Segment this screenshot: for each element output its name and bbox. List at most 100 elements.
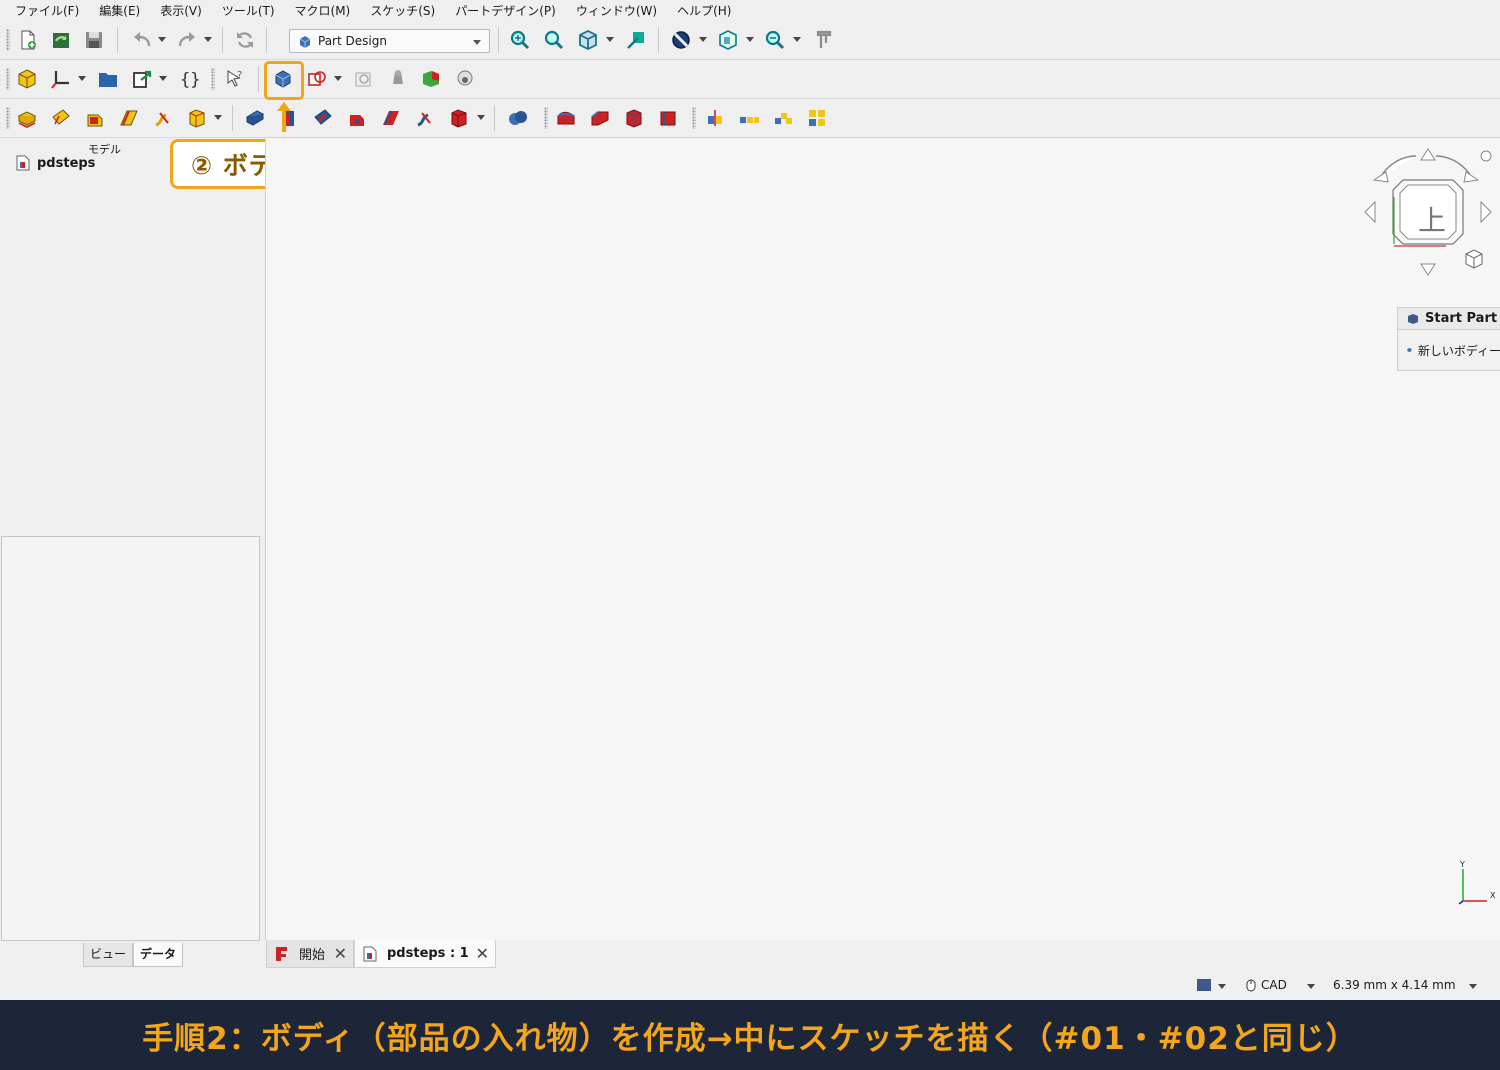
close-icon[interactable]: ✕ xyxy=(476,944,489,963)
sheep-icon xyxy=(457,70,473,86)
fit-all-button[interactable] xyxy=(507,27,533,53)
menu-file[interactable]: ファイル(F) xyxy=(8,0,86,22)
draft-button[interactable] xyxy=(621,105,647,131)
shape-binder-button[interactable] xyxy=(385,66,411,92)
navigation-dropdown-icon[interactable] xyxy=(1307,984,1315,989)
save-button[interactable] xyxy=(81,27,107,53)
mirrored-button[interactable] xyxy=(702,105,728,131)
view-dropdown-icon[interactable] xyxy=(606,37,614,42)
additive-helix-button[interactable] xyxy=(150,105,176,131)
boolean-icon xyxy=(509,111,527,125)
datum-dropdown-icon[interactable] xyxy=(78,76,86,81)
binder-icon xyxy=(393,70,403,84)
variable-set-button[interactable]: {} xyxy=(176,66,202,92)
menu-tools[interactable]: ツール(T) xyxy=(215,0,282,22)
draw-style-icon[interactable] xyxy=(1197,979,1211,991)
draw-style-button[interactable] xyxy=(668,27,694,53)
bounding-box-button[interactable] xyxy=(715,27,741,53)
groove-button[interactable] xyxy=(310,105,336,131)
box-icon xyxy=(719,30,737,50)
3d-view[interactable]: 上 Start Part 新しいボディー Y X xyxy=(265,139,1500,940)
part-icon xyxy=(18,69,36,89)
menu-window[interactable]: ウィンドウ(W) xyxy=(569,0,664,22)
workbench-selector[interactable]: Part Design xyxy=(289,29,490,53)
open-file-icon xyxy=(53,33,69,48)
linear-pattern-button[interactable] xyxy=(736,105,762,131)
tab-pdsteps-label: pdsteps : 1 xyxy=(387,946,469,961)
create-sketch-button[interactable] xyxy=(304,66,330,92)
redo-button[interactable] xyxy=(174,27,200,53)
tab-start[interactable]: 開始 ✕ xyxy=(266,940,354,968)
create-datum-button[interactable] xyxy=(48,66,74,92)
thickness-icon xyxy=(660,111,676,126)
menu-sketch[interactable]: スケッチ(S) xyxy=(363,0,442,22)
measure-view-button[interactable] xyxy=(623,27,649,53)
additive-primitive-dropdown-icon[interactable] xyxy=(214,115,222,120)
tree-item-document[interactable]: pdsteps xyxy=(16,155,95,171)
chevron-down-icon xyxy=(473,40,481,45)
menu-macro[interactable]: マクロ(M) xyxy=(288,0,358,22)
box-dropdown-icon[interactable] xyxy=(746,37,754,42)
measure-arrow-icon xyxy=(627,32,644,49)
menu-part-design[interactable]: パートデザイン(P) xyxy=(448,0,563,22)
subshape-binder-button[interactable] xyxy=(418,66,444,92)
subtractive-pipe-button[interactable] xyxy=(378,105,404,131)
menu-help[interactable]: ヘルプ(H) xyxy=(670,0,738,22)
tab-view[interactable]: ビュー xyxy=(83,943,134,967)
navigation-style[interactable]: CAD xyxy=(1246,978,1287,992)
refresh-button[interactable] xyxy=(232,27,258,53)
revolution-button[interactable] xyxy=(48,105,74,131)
draw-style-dropdown-icon[interactable] xyxy=(1218,984,1226,989)
measure-button[interactable] xyxy=(810,27,836,53)
linear-pattern-icon xyxy=(740,117,759,123)
chamfer-button[interactable] xyxy=(587,105,613,131)
multi-transform-button[interactable] xyxy=(804,105,830,131)
link-dropdown-icon[interactable] xyxy=(159,76,167,81)
additive-loft-button[interactable] xyxy=(82,105,108,131)
units-dropdown-icon[interactable] xyxy=(1469,984,1477,989)
open-button[interactable] xyxy=(48,27,74,53)
validate-sketch-button[interactable] xyxy=(351,66,377,92)
menu-view[interactable]: 表示(V) xyxy=(153,0,209,22)
navigation-style-label: CAD xyxy=(1261,978,1287,992)
subtractive-primitive-dropdown-icon[interactable] xyxy=(477,115,485,120)
pocket-button[interactable] xyxy=(242,105,268,131)
zoom-dropdown-icon[interactable] xyxy=(793,37,801,42)
draw-style-dropdown-icon[interactable] xyxy=(699,37,707,42)
tab-data[interactable]: データ xyxy=(133,943,184,967)
polar-pattern-button[interactable] xyxy=(770,105,796,131)
caption-text: 手順2：ボディ（部品の入れ物）を作成→中にスケッチを描く（#01・#02と同じ） xyxy=(142,1020,1358,1057)
undo-button[interactable] xyxy=(129,27,155,53)
close-icon[interactable]: ✕ xyxy=(334,944,347,963)
boolean-button[interactable] xyxy=(505,105,531,131)
undo-dropdown-icon[interactable] xyxy=(158,37,166,42)
clone-button[interactable] xyxy=(452,66,478,92)
additive-pipe-button[interactable] xyxy=(116,105,142,131)
tab-pdsteps[interactable]: pdsteps : 1 ✕ xyxy=(354,940,496,968)
whats-this-button[interactable]: ? xyxy=(222,66,248,92)
property-panel[interactable] xyxy=(1,536,260,941)
redo-icon xyxy=(178,32,195,47)
no-entry-icon xyxy=(672,31,690,49)
fit-selection-button[interactable] xyxy=(541,27,567,53)
highlight-frame xyxy=(264,61,304,100)
braces-icon: {} xyxy=(180,70,200,90)
redo-dropdown-icon[interactable] xyxy=(204,37,212,42)
toolbar-handle[interactable] xyxy=(6,29,10,51)
subtractive-loft-button[interactable] xyxy=(344,105,370,131)
isometric-view-button[interactable] xyxy=(575,27,601,53)
zoom-button[interactable] xyxy=(762,27,788,53)
new-document-button[interactable] xyxy=(15,27,41,53)
fillet-button[interactable] xyxy=(553,105,579,131)
pad-button[interactable] xyxy=(14,105,40,131)
thickness-button[interactable] xyxy=(655,105,681,131)
subtractive-primitive-button[interactable] xyxy=(446,105,472,131)
new-body-action[interactable]: 新しいボディー xyxy=(1398,330,1500,370)
create-link-button[interactable] xyxy=(129,66,155,92)
subtractive-helix-button[interactable] xyxy=(412,105,438,131)
create-group-button[interactable] xyxy=(95,66,121,92)
sketch-dropdown-icon[interactable] xyxy=(334,76,342,81)
additive-primitive-button[interactable] xyxy=(184,105,210,131)
create-part-button[interactable] xyxy=(14,66,40,92)
menu-edit[interactable]: 編集(E) xyxy=(92,0,147,22)
